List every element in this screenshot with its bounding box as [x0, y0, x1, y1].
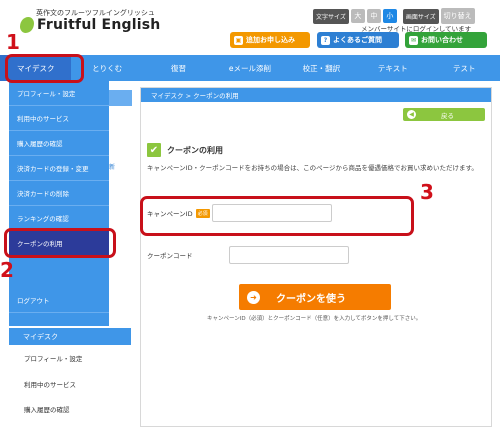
- text-size-label: 文字サイズ: [313, 8, 349, 24]
- coupon-code-row: クーポンコード: [147, 246, 349, 264]
- site-logo[interactable]: Fruitful English: [20, 17, 160, 33]
- arrow-left-icon: ◀: [407, 110, 416, 119]
- annotation-ring-1: [5, 54, 84, 83]
- contact-button-label: お問い合わせ: [421, 36, 463, 44]
- coupon-code-label: クーポンコード: [147, 252, 193, 260]
- form-hint: キャンペーンID（必須）とクーポンコード（任意）を入力してボタンを押して下さい。: [207, 316, 422, 322]
- annotation-number-3: 3: [420, 180, 434, 204]
- checkmark-icon: ✔: [147, 143, 161, 157]
- sidebar-heading: マイデスク: [9, 328, 131, 345]
- dropdown-item-logout[interactable]: ログアウト: [9, 288, 109, 313]
- nav-item-review[interactable]: 復習: [143, 55, 214, 81]
- dropdown-item-register-card[interactable]: 決済カードの登録・変更: [9, 156, 109, 181]
- page-title-text: クーポンの利用: [167, 145, 223, 155]
- screen-size-switch-button[interactable]: 切り替え: [440, 8, 475, 24]
- use-coupon-button[interactable]: ➜ クーポンを使う: [239, 284, 391, 310]
- coupon-panel: マイデスク > クーポンの利用 ◀ 戻る ✔ クーポンの利用 キャンペーンID・…: [140, 87, 492, 427]
- dropdown-item-delete-card[interactable]: 決済カードの削除: [9, 181, 109, 206]
- contact-button[interactable]: ✉ お問い合わせ: [405, 32, 487, 48]
- coupon-code-input[interactable]: [229, 246, 349, 264]
- apply-button[interactable]: ▣ 追加お申し込み: [230, 32, 310, 48]
- nav-item-email-correction[interactable]: eメール添削: [214, 55, 285, 81]
- dropdown-spacer: [9, 256, 109, 288]
- page-title: ✔ クーポンの利用: [147, 143, 223, 157]
- question-icon: ?: [321, 35, 330, 45]
- text-size-large-button[interactable]: 大: [350, 9, 365, 23]
- dropdown-item-services[interactable]: 利用中のサービス: [9, 106, 109, 131]
- nav-item-proofreading[interactable]: 校正・翻訳: [286, 55, 357, 81]
- site-header: 英作文のフルーツフルイングリッシュ Fruitful English 文字サイズ…: [0, 0, 500, 54]
- sidebar-link-purchase-history[interactable]: 購入履歴の確認: [24, 404, 70, 414]
- annotation-ring-2: [4, 228, 116, 258]
- logo-text: Fruitful English: [37, 17, 161, 33]
- dropdown-item-purchase-history[interactable]: 購入履歴の確認: [9, 131, 109, 156]
- screen-size-label: 画面サイズ: [402, 8, 439, 24]
- text-size-controls: 文字サイズ 大 中 小 画面サイズ 切り替え: [313, 8, 475, 24]
- apply-button-label: 追加お申し込み: [246, 36, 295, 44]
- text-size-medium-button[interactable]: 中: [366, 9, 381, 23]
- annotation-ring-3: [140, 196, 414, 236]
- nav-item-text[interactable]: テキスト: [357, 55, 428, 81]
- arrow-right-icon: ➜: [247, 290, 260, 304]
- page-description: キャンペーンID・クーポンコードをお持ちの場合は、このページから商品を優遇価格で…: [147, 164, 478, 172]
- cart-icon: ▣: [234, 35, 243, 45]
- annotation-number-2: 2: [0, 258, 14, 282]
- use-coupon-button-label: クーポンを使う: [276, 293, 346, 305]
- nav-item-test[interactable]: テスト: [429, 55, 500, 81]
- text-size-small-button[interactable]: 小: [382, 9, 397, 23]
- dropdown-item-profile[interactable]: プロフィール・設定: [9, 81, 109, 106]
- back-button-label: 戻る: [441, 111, 454, 120]
- leaf-icon: [20, 17, 34, 33]
- faq-button-label: よくあるご質問: [333, 36, 382, 44]
- annotation-number-1: 1: [6, 30, 20, 54]
- breadcrumb: マイデスク > クーポンの利用: [141, 88, 491, 102]
- sidebar-link-services[interactable]: 利用中のサービス: [24, 379, 76, 389]
- sidebar-link-profile[interactable]: プロフィール・設定: [24, 353, 82, 363]
- mydesk-dropdown-menu: プロフィール・設定 利用中のサービス 購入履歴の確認 決済カードの登録・変更 決…: [9, 81, 109, 326]
- mail-icon: ✉: [409, 35, 418, 45]
- left-column-link-fragment[interactable]: 新: [109, 162, 115, 171]
- left-column-header: [109, 90, 132, 106]
- faq-button[interactable]: ? よくあるご質問: [317, 32, 399, 48]
- back-button[interactable]: ◀ 戻る: [403, 108, 485, 121]
